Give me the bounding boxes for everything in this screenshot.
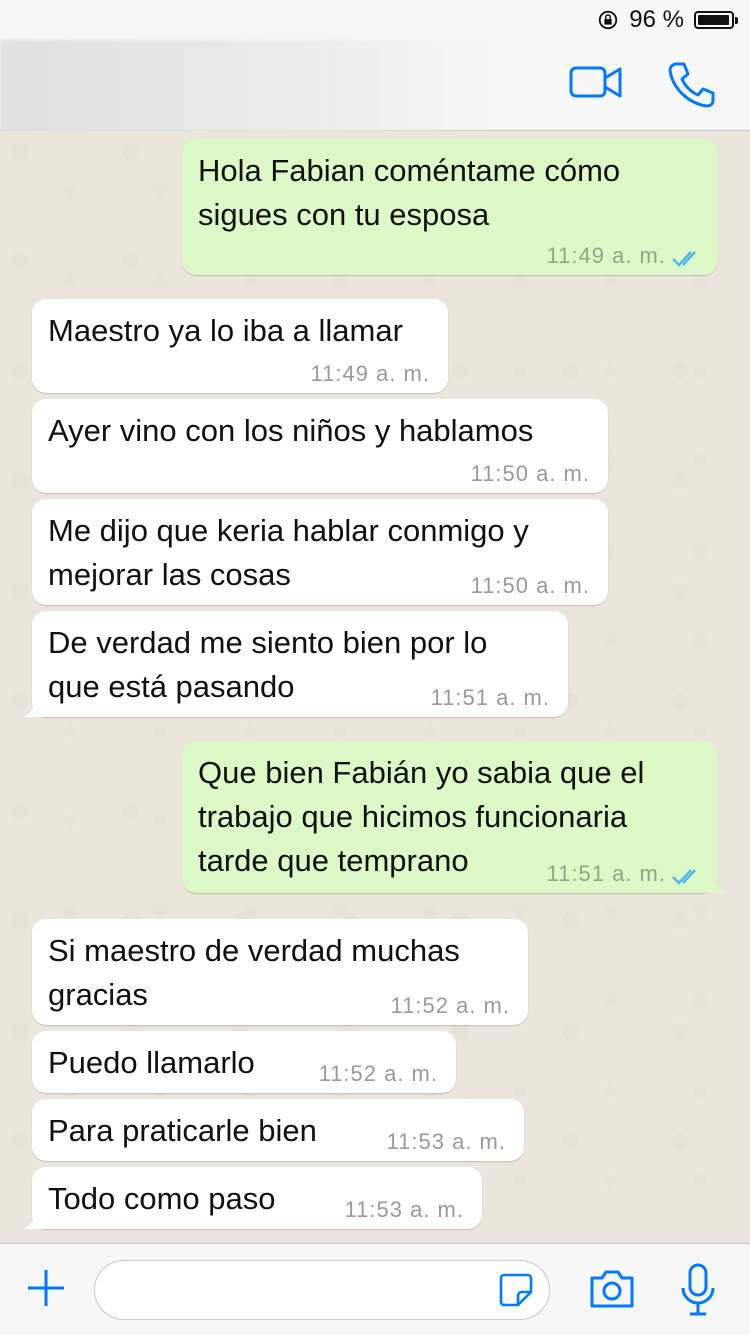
message-outgoing[interactable]: Que bien Fabián yo sabia que el trabajo … (182, 741, 728, 893)
message-list[interactable]: Hola Fabian coméntame cómo sigues con tu… (0, 131, 750, 1243)
message-time: 11:50 a. m. (470, 461, 590, 486)
rotation-lock-icon (599, 10, 618, 30)
message-text-line: sigues con tu esposa (198, 197, 490, 232)
message-time: 11:52 a. m. (390, 993, 510, 1018)
sticker-icon[interactable] (498, 1272, 534, 1308)
video-camera-icon[interactable] (568, 58, 624, 108)
status-bar: 96 % (0, 0, 750, 40)
message-incoming[interactable]: Si maestro de verdad muchas gracias 11:5… (32, 919, 528, 1025)
message-input[interactable] (94, 1260, 550, 1320)
microphone-icon[interactable] (678, 1262, 718, 1318)
message-incoming[interactable]: Maestro ya lo iba a llamar 11:49 a. m. (32, 299, 448, 393)
camera-icon[interactable] (588, 1266, 636, 1312)
read-receipt-icon (672, 869, 696, 885)
message-time: 11:49 a. m. (546, 243, 666, 268)
status-right: 96 % (597, 6, 738, 34)
battery-icon (694, 11, 738, 29)
message-time: 11:53 a. m. (386, 1129, 506, 1154)
message-outgoing[interactable]: Hola Fabian coméntame cómo sigues con tu… (182, 139, 718, 275)
chat-header (0, 40, 750, 160)
plus-icon[interactable] (26, 1268, 66, 1308)
message-incoming[interactable]: De verdad me siento bien por lo que está… (22, 611, 568, 717)
message-text-line: Hola Fabian coméntame cómo (198, 153, 621, 188)
message-text-line: Ayer vino con los niños y hablamos (48, 413, 534, 448)
message-text-line: De verdad me siento bien por lo (48, 625, 488, 660)
message-text-line: Me dijo que keria hablar conmigo y (48, 513, 529, 548)
message-time: 11:53 a. m. (344, 1197, 464, 1222)
bubble-tail (22, 699, 44, 717)
message-text-line: Si maestro de verdad muchas (48, 933, 460, 968)
message-time: 11:52 a. m. (318, 1061, 438, 1086)
message-incoming[interactable]: Puedo llamarlo 11:52 a. m. (32, 1031, 456, 1093)
read-receipt-icon (672, 251, 696, 267)
battery-percent: 96 % (629, 6, 684, 33)
message-text-line: Que bien Fabián yo sabia que el (198, 755, 645, 790)
message-time: 11:51 a. m. (546, 861, 666, 886)
message-text-line: trabajo que hicimos funcionaria (198, 799, 628, 834)
message-time: 11:51 a. m. (430, 685, 550, 710)
message-time: 11:50 a. m. (470, 573, 590, 598)
message-text-line: Maestro ya lo iba a llamar (48, 313, 403, 348)
battery-fill (698, 15, 729, 25)
message-incoming[interactable]: Ayer vino con los niños y hablamos 11:50… (32, 399, 608, 493)
input-bar (0, 1243, 750, 1335)
message-time: 11:49 a. m. (310, 361, 430, 386)
bubble-tail (22, 1211, 44, 1229)
phone-icon[interactable] (664, 58, 720, 108)
message-incoming[interactable]: Para praticarle bien 11:53 a. m. (32, 1099, 524, 1161)
message-incoming[interactable]: Me dijo que keria hablar conmigo y mejor… (32, 499, 608, 605)
message-incoming[interactable]: Todo como paso 11:53 a. m. (22, 1167, 482, 1229)
bubble-tail (706, 875, 728, 893)
